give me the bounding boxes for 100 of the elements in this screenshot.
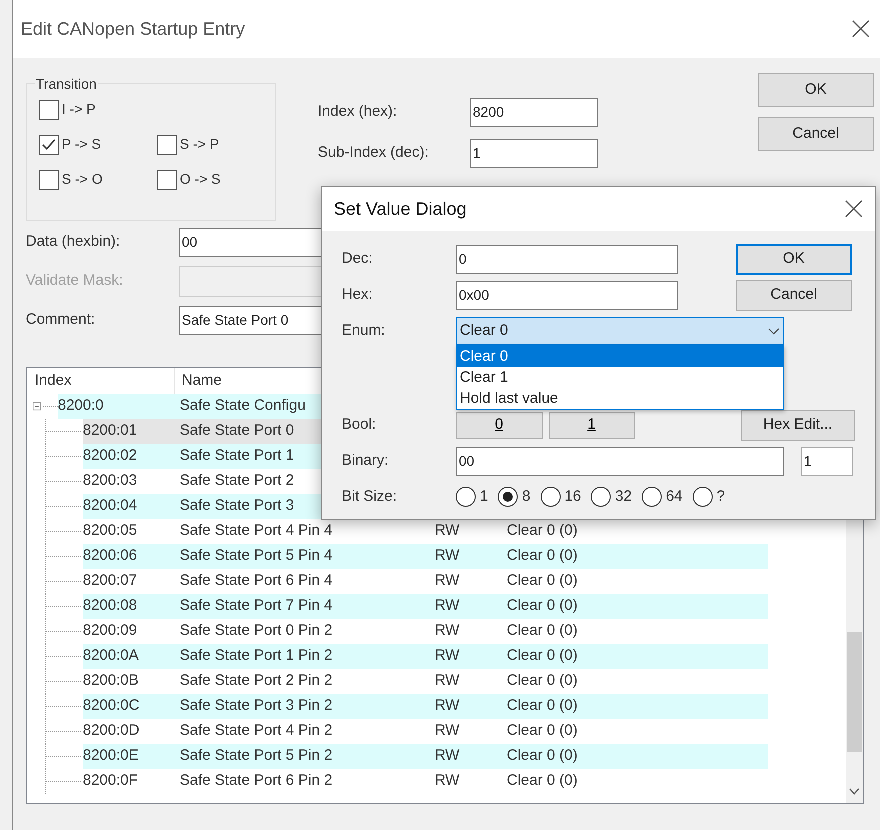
- radio-button[interactable]: [642, 487, 662, 507]
- name-cell: Safe State Port 4 Pin 4: [180, 522, 333, 540]
- name-cell: Safe State Port 3 Pin 2: [180, 697, 333, 714]
- chevron-down-icon[interactable]: [849, 788, 860, 795]
- field-label: Dec:: [342, 248, 374, 269]
- dialog-button[interactable]: OK: [736, 244, 852, 274]
- field-label: Index (hex):: [318, 102, 398, 122]
- tree-row[interactable]: 8200:08 Safe State Port 7 Pin 4 RW Clear 0 (0): [83, 594, 768, 619]
- tree-row[interactable]: 8200:0A Safe State Port 1 Pin 2 RW Clear 0 (0): [83, 644, 768, 669]
- radio-label: 64: [666, 486, 683, 507]
- field-label: Validate Mask:: [26, 271, 124, 292]
- value-cell-text: Clear 0 (0): [507, 596, 578, 616]
- bool-button[interactable]: 1: [548, 412, 635, 438]
- checkbox[interactable]: [39, 170, 59, 190]
- input-field[interactable]: 1: [470, 139, 598, 168]
- radio-button[interactable]: [540, 487, 561, 507]
- column-header[interactable]: Name: [175, 368, 222, 394]
- radio-button[interactable]: [498, 487, 518, 507]
- access-cell: RW: [435, 672, 460, 690]
- dialog-button[interactable]: OK: [758, 73, 874, 107]
- index-cell: 8200:02: [83, 447, 138, 464]
- checkbox[interactable]: [157, 170, 177, 190]
- name-cell: Safe State Port 4 Pin 2: [180, 722, 333, 740]
- radio-label: 1: [480, 486, 488, 507]
- name-cell: Safe State Port 1: [180, 447, 294, 464]
- index-cell: 8200:07: [83, 572, 138, 590]
- field-label: Bool:: [342, 414, 378, 435]
- name-cell: Safe State Port 6 Pin 2: [180, 772, 333, 790]
- tree-row[interactable]: 8200:0C Safe State Port 3 Pin 2 RW Clear 0 (0): [83, 694, 768, 719]
- access-cell: RW: [435, 647, 460, 664]
- name-cell: Safe State Port 6 Pin 4: [180, 572, 333, 590]
- collapse-icon[interactable]: [33, 401, 42, 412]
- index-cell: 8200:0C: [83, 697, 140, 714]
- access-cell: RW: [435, 722, 460, 740]
- name-cell: Safe State Port 2: [180, 472, 294, 490]
- dialog-title: Set Value Dialog: [334, 198, 467, 221]
- dialog-button[interactable]: Hex Edit...: [741, 410, 855, 440]
- value-cell-text: Clear 0 (0): [507, 646, 578, 666]
- field-label: Enum:: [342, 320, 386, 341]
- tree-row[interactable]: 8200:0E Safe State Port 5 Pin 2 RW Clear 0 (0): [83, 744, 768, 769]
- value-cell-text: Clear 0 (0): [507, 521, 578, 542]
- enum-dropdown[interactable]: Clear 0: [456, 317, 784, 345]
- value-cell-text: Clear 0 (0): [507, 546, 578, 566]
- input-field[interactable]: 0: [456, 244, 678, 274]
- dropdown-option[interactable]: Clear 1: [457, 367, 783, 388]
- radio-button[interactable]: [591, 487, 612, 507]
- checkbox-label: S -> P: [180, 135, 220, 154]
- access-cell: RW: [435, 747, 460, 764]
- window-title: Edit CANopen Startup Entry: [21, 18, 246, 41]
- value-cell-text: Clear 0 (0): [507, 696, 578, 716]
- value-cell-text: Clear 0 (0): [507, 671, 578, 692]
- checkbox[interactable]: [39, 134, 59, 154]
- index-cell: 8200:04: [83, 497, 138, 514]
- name-cell: Safe State Port 1 Pin 2: [180, 647, 333, 664]
- field-label: Bit Size:: [342, 486, 398, 507]
- input-field[interactable]: 00: [456, 446, 784, 476]
- dropdown-option[interactable]: Clear 0: [457, 346, 783, 367]
- radio-label: ?: [716, 486, 726, 507]
- dialog-button[interactable]: Cancel: [736, 280, 852, 310]
- radio-button[interactable]: [456, 487, 476, 507]
- index-cell: 8200:05: [83, 522, 138, 540]
- radio-label: 32: [615, 486, 632, 507]
- access-cell: RW: [435, 522, 460, 540]
- input-field[interactable]: 0x00: [456, 280, 678, 310]
- checkbox[interactable]: [157, 134, 177, 154]
- checkbox-label: S -> O: [62, 170, 103, 189]
- radio-button[interactable]: [692, 487, 713, 507]
- index-cell: 8200:0E: [83, 747, 139, 764]
- radio-label: 8: [522, 486, 531, 507]
- field-label: Binary:: [342, 450, 390, 471]
- name-cell: Safe State Port 5 Pin 4: [180, 547, 333, 564]
- index-cell: 8200:03: [83, 472, 138, 490]
- name-cell: Safe State Port 0 Pin 2: [180, 622, 333, 640]
- index-cell: 8200:0D: [83, 722, 140, 740]
- value-cell-text: Clear 0 (0): [507, 621, 578, 642]
- index-cell: 8200:06: [83, 547, 138, 564]
- dialog-button[interactable]: Cancel: [758, 117, 874, 151]
- length-field[interactable]: 1: [801, 446, 853, 476]
- close-icon[interactable]: [852, 20, 870, 38]
- access-cell: RW: [435, 547, 460, 564]
- field-label: Sub-Index (dec):: [318, 143, 430, 164]
- index-cell: 8200:0: [58, 397, 104, 414]
- name-cell: Safe State Port 7 Pin 4: [180, 597, 333, 614]
- access-cell: RW: [435, 622, 460, 640]
- value-cell-text: Clear 0 (0): [507, 771, 578, 792]
- checkbox[interactable]: [39, 100, 59, 120]
- scrollbar-thumb[interactable]: [847, 632, 862, 752]
- tree-row[interactable]: 8200:06 Safe State Port 5 Pin 4 RW Clear 0 (0): [83, 544, 768, 569]
- value-cell-text: Clear 0 (0): [507, 746, 578, 766]
- check-icon: [42, 138, 56, 150]
- checkbox-label: I -> P: [62, 100, 96, 119]
- input-field[interactable]: 8200: [470, 98, 598, 127]
- name-cell: Safe State Port 5 Pin 2: [180, 747, 333, 764]
- name-cell: Safe State Port 0: [180, 422, 294, 440]
- index-cell: 8200:0F: [83, 772, 138, 790]
- close-icon[interactable]: [845, 200, 863, 218]
- bool-button[interactable]: 0: [456, 412, 542, 438]
- checkbox-label: P -> S: [62, 135, 102, 154]
- field-label: Hex:: [342, 284, 374, 305]
- dropdown-option[interactable]: Hold last value: [457, 388, 783, 409]
